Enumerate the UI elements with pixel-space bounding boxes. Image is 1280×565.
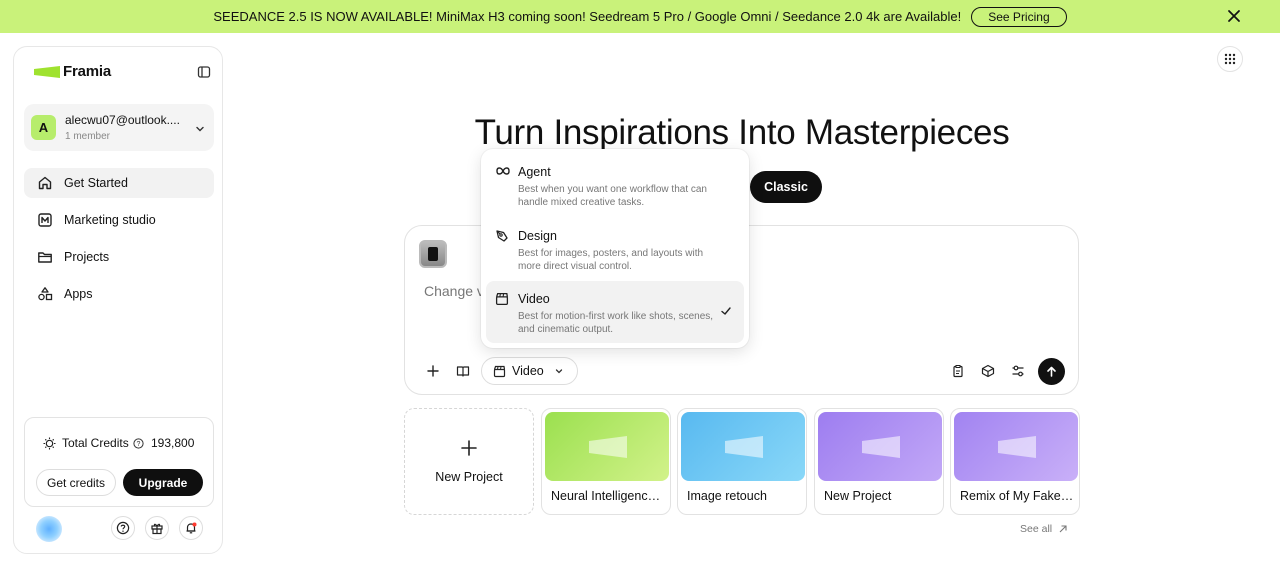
- banner-message: SEEDANCE 2.5 IS NOW AVAILABLE! MiniMax H…: [213, 9, 962, 24]
- plus-icon: [461, 440, 477, 456]
- mode-option-desc: Best for motion-first work like shots, s…: [518, 311, 714, 335]
- credits-icon: [43, 437, 56, 449]
- project-thumbnail: [954, 412, 1078, 481]
- project-title: Image retouch: [687, 489, 767, 503]
- svg-text:?: ?: [136, 441, 140, 448]
- clapperboard-icon: [495, 292, 509, 306]
- close-icon[interactable]: [1226, 8, 1242, 24]
- chevron-down-icon: [555, 369, 562, 374]
- gift-icon: [151, 523, 163, 535]
- get-credits-button[interactable]: Get credits: [36, 469, 116, 496]
- reference-image-thumbnail[interactable]: [419, 240, 447, 268]
- account-email: alecwu07@outlook....: [65, 113, 180, 127]
- project-thumbnail: [681, 412, 805, 481]
- brand-name: Framia: [63, 63, 111, 80]
- announcement-banner: SEEDANCE 2.5 IS NOW AVAILABLE! MiniMax H…: [0, 0, 1280, 33]
- project-card[interactable]: Image retouch: [677, 408, 807, 515]
- settings-sliders-icon[interactable]: [1008, 361, 1028, 381]
- project-card[interactable]: New Project: [814, 408, 944, 515]
- account-switcher[interactable]: A alecwu07@outlook.... 1 member: [24, 104, 214, 151]
- mode-option-video[interactable]: Video Best for motion-first work like sh…: [486, 281, 744, 343]
- project-title: Remix of My Fake Exp...: [960, 489, 1074, 503]
- project-thumbnail: [545, 412, 669, 481]
- new-project-card[interactable]: New Project: [404, 408, 534, 515]
- project-thumbnail: [818, 412, 942, 481]
- sidebar-nav: Get Started Marketing studio Projects Ap…: [24, 168, 214, 316]
- new-project-label: New Project: [435, 470, 503, 484]
- project-card[interactable]: Remix of My Fake Exp...: [950, 408, 1080, 515]
- mode-option-title: Design: [518, 229, 557, 243]
- classic-mode-button[interactable]: Classic: [750, 171, 822, 203]
- apps-icon: [38, 287, 53, 301]
- mode-select[interactable]: Video: [481, 357, 578, 385]
- infinity-icon: [496, 167, 510, 175]
- cube-icon[interactable]: [978, 361, 998, 381]
- mode-option-title: Agent: [518, 165, 551, 179]
- pen-tool-icon: [496, 230, 508, 242]
- sidebar: Framia A alecwu07@outlook.... 1 member G…: [13, 46, 223, 554]
- send-button[interactable]: [1038, 358, 1065, 385]
- sidebar-item-label: Projects: [64, 250, 110, 264]
- see-pricing-button[interactable]: See Pricing: [971, 6, 1067, 27]
- video-placeholder-icon: [725, 436, 763, 458]
- video-placeholder-icon: [998, 436, 1036, 458]
- video-placeholder-icon: [862, 436, 900, 458]
- folder-icon: [38, 252, 52, 263]
- notifications-button[interactable]: [179, 516, 203, 540]
- grid-icon: [1224, 53, 1236, 65]
- mode-option-desc: Best when you want one workflow that can…: [518, 184, 707, 208]
- arrow-up-icon: [1047, 366, 1056, 377]
- mode-option-agent[interactable]: Agent Best when you want one workflow th…: [486, 154, 744, 216]
- page-title: Turn Inspirations Into Masterpieces: [474, 113, 1010, 152]
- see-all-link[interactable]: See all: [1020, 523, 1068, 535]
- clipboard-icon[interactable]: [948, 361, 968, 381]
- info-icon[interactable]: ?: [133, 437, 144, 449]
- credits-value: 193,800: [151, 436, 195, 450]
- add-icon[interactable]: [423, 361, 443, 381]
- sidebar-item-marketing-studio[interactable]: Marketing studio: [24, 205, 214, 235]
- sidebar-item-label: Apps: [64, 287, 93, 301]
- mode-option-title: Video: [518, 292, 550, 306]
- user-avatar[interactable]: [36, 516, 62, 542]
- clapperboard-icon: [493, 365, 506, 377]
- sidebar-item-apps[interactable]: Apps: [24, 279, 214, 309]
- check-icon: [721, 307, 731, 315]
- framia-logo-icon: [34, 65, 60, 78]
- brand-logo[interactable]: Framia: [34, 63, 111, 80]
- apps-grid-button[interactable]: [1217, 46, 1243, 72]
- help-button[interactable]: [111, 516, 135, 540]
- video-placeholder-icon: [589, 436, 627, 458]
- sidebar-item-label: Get Started: [64, 176, 128, 190]
- project-title: New Project: [824, 489, 892, 503]
- sidebar-item-projects[interactable]: Projects: [24, 242, 214, 272]
- gift-button[interactable]: [145, 516, 169, 540]
- book-icon[interactable]: [453, 361, 473, 381]
- m-box-icon: [38, 213, 52, 227]
- project-title: Neural Intelligence Ne...: [551, 489, 665, 503]
- project-card[interactable]: Neural Intelligence Ne...: [541, 408, 671, 515]
- home-icon: [38, 176, 52, 190]
- help-icon: [116, 521, 130, 535]
- sidebar-collapse-icon[interactable]: [197, 65, 211, 79]
- sidebar-item-label: Marketing studio: [64, 213, 156, 227]
- bell-icon: [186, 522, 197, 534]
- account-avatar: A: [31, 115, 56, 140]
- account-members: 1 member: [65, 131, 111, 142]
- mode-dropdown-menu: Agent Best when you want one workflow th…: [481, 149, 749, 348]
- mode-option-desc: Best for images, posters, and layouts wi…: [518, 248, 704, 272]
- chevron-down-icon: [194, 122, 206, 134]
- sidebar-item-get-started[interactable]: Get Started: [24, 168, 214, 198]
- arrow-up-right-icon: [1059, 525, 1067, 533]
- mode-select-label: Video: [512, 364, 544, 378]
- upgrade-button[interactable]: Upgrade: [123, 469, 203, 496]
- prompt-input[interactable]: Change vi: [424, 283, 487, 299]
- credits-card: Total Credits ? 193,800 Get credits Upgr…: [24, 417, 214, 507]
- see-all-label: See all: [1020, 523, 1053, 535]
- credits-label: Total Credits: [62, 436, 129, 450]
- mode-option-design[interactable]: Design Best for images, posters, and lay…: [486, 218, 744, 280]
